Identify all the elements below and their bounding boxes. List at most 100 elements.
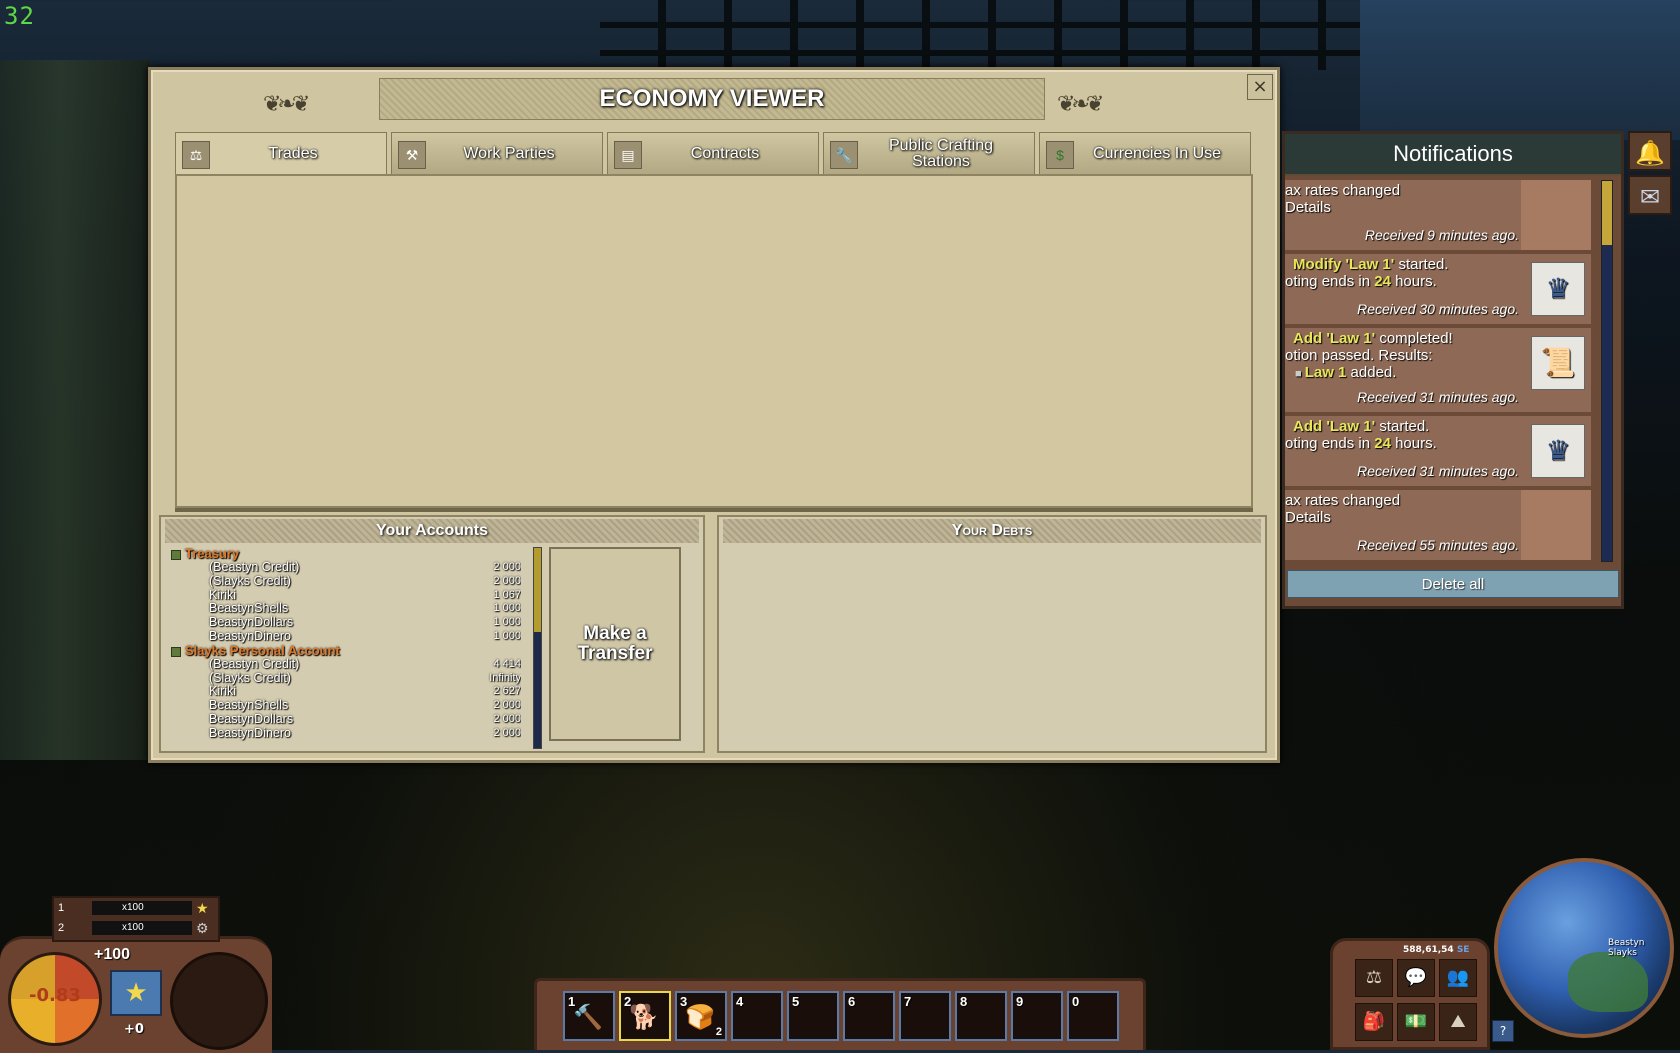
notification-item[interactable]: Modify 'Law 1' started. oting ends in 24… (1285, 254, 1591, 324)
tab-currencies-in-use[interactable]: $ Currencies In Use (1039, 132, 1251, 174)
currency-name: BeastynShells (209, 698, 289, 713)
hotbar-slot[interactable]: 4 (731, 991, 783, 1041)
notifications-scrollbar[interactable] (1601, 180, 1613, 562)
currency-name: BeastynDollars (209, 615, 294, 630)
gavel-icon[interactable]: ⚖ (1355, 959, 1393, 997)
tab-work-parties[interactable]: ⚒ Work Parties (391, 132, 603, 174)
make-transfer-button[interactable]: Make a Transfer (549, 547, 681, 741)
tab-trades[interactable]: ⚖ Trades (175, 132, 387, 174)
currency-name: (Slayks Credit) (209, 573, 291, 588)
account-row: (Beastyn Credit) 2 000 (169, 560, 521, 575)
background-scaffold (600, 0, 1360, 70)
documents-icon: 📜 (1531, 336, 1585, 390)
notification-item[interactable]: ax rates changed Details Received 55 min… (1285, 490, 1591, 560)
tab-public-crafting-stations[interactable]: 🔧 Public Crafting Stations (823, 132, 1035, 174)
reputation-star-icon[interactable]: ★ (110, 970, 162, 1016)
scrollbar-thumb[interactable] (1602, 181, 1612, 245)
people-icon[interactable]: 👥 (1439, 959, 1477, 997)
hotbar-slot[interactable]: 3 🍞 2 (675, 991, 727, 1041)
account-row: BeastynDinero 1 000 (169, 628, 521, 644)
currency-name: BeastynDinero (209, 628, 291, 643)
fps-counter: 32 (4, 2, 35, 30)
help-button[interactable]: ? (1492, 1020, 1514, 1042)
hotbar-slot[interactable]: 9 (1011, 991, 1063, 1041)
tab-label: Currencies In Use (1092, 144, 1222, 162)
row-number: 2 (57, 922, 65, 934)
notification-time: Received 31 minutes ago. (1357, 463, 1519, 479)
mail-icon[interactable]: ✉ (1628, 175, 1672, 215)
world-globe[interactable]: Beastyn Slayks (1494, 858, 1674, 1038)
accounts-scrollbar[interactable] (533, 547, 542, 749)
action-row[interactable]: 1 x100 ★ (54, 898, 218, 918)
backpack-icon[interactable]: 🎒 (1355, 1003, 1393, 1041)
bell-icon[interactable]: 🔔 (1628, 131, 1672, 171)
hud-buttons: ⚖ 💬 👥 🎒 💵 ⛰ (1355, 959, 1477, 1041)
tab-label: Work Parties (463, 144, 555, 162)
action-row[interactable]: 2 x100 ⚙ (54, 918, 218, 938)
currency-amount: Infinity (489, 671, 521, 684)
work-parties-icon: ⚒ (398, 141, 426, 169)
close-button[interactable]: × (1247, 74, 1273, 100)
notification-text: hours. (1390, 435, 1437, 452)
law-crown-icon: ♛ (1531, 262, 1585, 316)
notification-highlight: Law 1 (1304, 364, 1347, 381)
notification-text: started. (1394, 256, 1449, 273)
slot-count: 2 (715, 1026, 722, 1038)
currency-name: BeastynDollars (209, 711, 294, 726)
currency-amount: 2 000 (493, 699, 521, 712)
transfer-label-line2: Transfer (577, 643, 653, 664)
hotbar-slot[interactable]: 0 (1067, 991, 1119, 1041)
map-icon[interactable]: ⛰ (1439, 1003, 1477, 1041)
trades-icon: ⚖ (182, 141, 210, 169)
delete-all-button[interactable]: Delete all (1287, 570, 1619, 598)
account-group-title[interactable]: Treasury (169, 547, 521, 561)
notification-side-buttons: 🔔 ✉ (1628, 131, 1676, 219)
notification-time: Received 9 minutes ago. (1364, 227, 1519, 243)
money-icon[interactable]: 💵 (1397, 1003, 1435, 1041)
empty-gauge (170, 952, 268, 1050)
account-row: BeastynShells 2 000 (169, 698, 521, 713)
gear-icon: ⚙ (196, 919, 209, 936)
contracts-icon: ▤ (614, 141, 642, 169)
notifications-panel: Notifications ax rates changed Details R… (1282, 131, 1624, 609)
hotbar: 1 🔨 2 🐕 3 🍞 2 4 5 6 7 8 9 0 (534, 978, 1146, 1050)
notification-time: Received 55 minutes ago. (1357, 537, 1519, 553)
title-bar: ECONOMY VIEWER (379, 78, 1045, 120)
accounts-list[interactable]: Treasury (Beastyn Credit) 2 000 (Slayks C… (169, 547, 521, 751)
notification-highlight: 24 (1374, 273, 1391, 290)
slot-number: 5 (792, 994, 800, 1009)
debts-header: Your Debts (723, 519, 1261, 543)
row-value: x100 (92, 901, 192, 915)
notification-highlight: Modify 'Law 1' (1293, 256, 1395, 273)
account-group-title[interactable]: Slayks Personal Account (169, 643, 521, 658)
slot-number: 9 (1016, 994, 1024, 1009)
currency-amount: 1 000 (493, 616, 521, 629)
account-row: BeastynDollars 2 000 (169, 711, 521, 727)
notification-item[interactable]: Add 'Law 1' completed! otion passed. Res… (1285, 328, 1591, 412)
tab-contracts[interactable]: ▤ Contracts (607, 132, 819, 174)
currency-amount: 2 627 (493, 685, 521, 698)
background-sky (1360, 0, 1680, 140)
globe-label: Slayks (1608, 948, 1637, 958)
scrollbar-thumb[interactable] (534, 548, 541, 632)
background-building (0, 60, 150, 760)
status-hud: 1 x100 ★ 2 x100 ⚙ -0.83 +100 ★ +0 (0, 896, 272, 1053)
currency-amount: 2 000 (493, 726, 521, 739)
notification-text: hours. (1390, 273, 1437, 290)
animal-icon: 🐕 (629, 1004, 659, 1031)
hotbar-slot[interactable]: 1 🔨 (563, 991, 615, 1041)
notification-time: Received 31 minutes ago. (1357, 389, 1519, 405)
hotbar-slot[interactable]: 2 🐕 (619, 991, 671, 1041)
notification-item[interactable]: ax rates changed Details Received 9 minu… (1285, 180, 1591, 250)
hotbar-slot[interactable]: 8 (955, 991, 1007, 1041)
hotbar-slot[interactable]: 5 (787, 991, 839, 1041)
notification-item[interactable]: Add 'Law 1' started. oting ends in 24 ho… (1285, 416, 1591, 486)
globe-land (1568, 952, 1648, 1012)
hotbar-slot[interactable]: 6 (843, 991, 895, 1041)
notification-text: completed! (1375, 330, 1453, 347)
notification-time: Received 30 minutes ago. (1357, 301, 1519, 317)
currency-amount: 2 000 (493, 561, 521, 573)
hotbar-slot[interactable]: 7 (899, 991, 951, 1041)
currency-amount: 4 414 (493, 657, 521, 670)
chat-icon[interactable]: 💬 (1397, 959, 1435, 997)
